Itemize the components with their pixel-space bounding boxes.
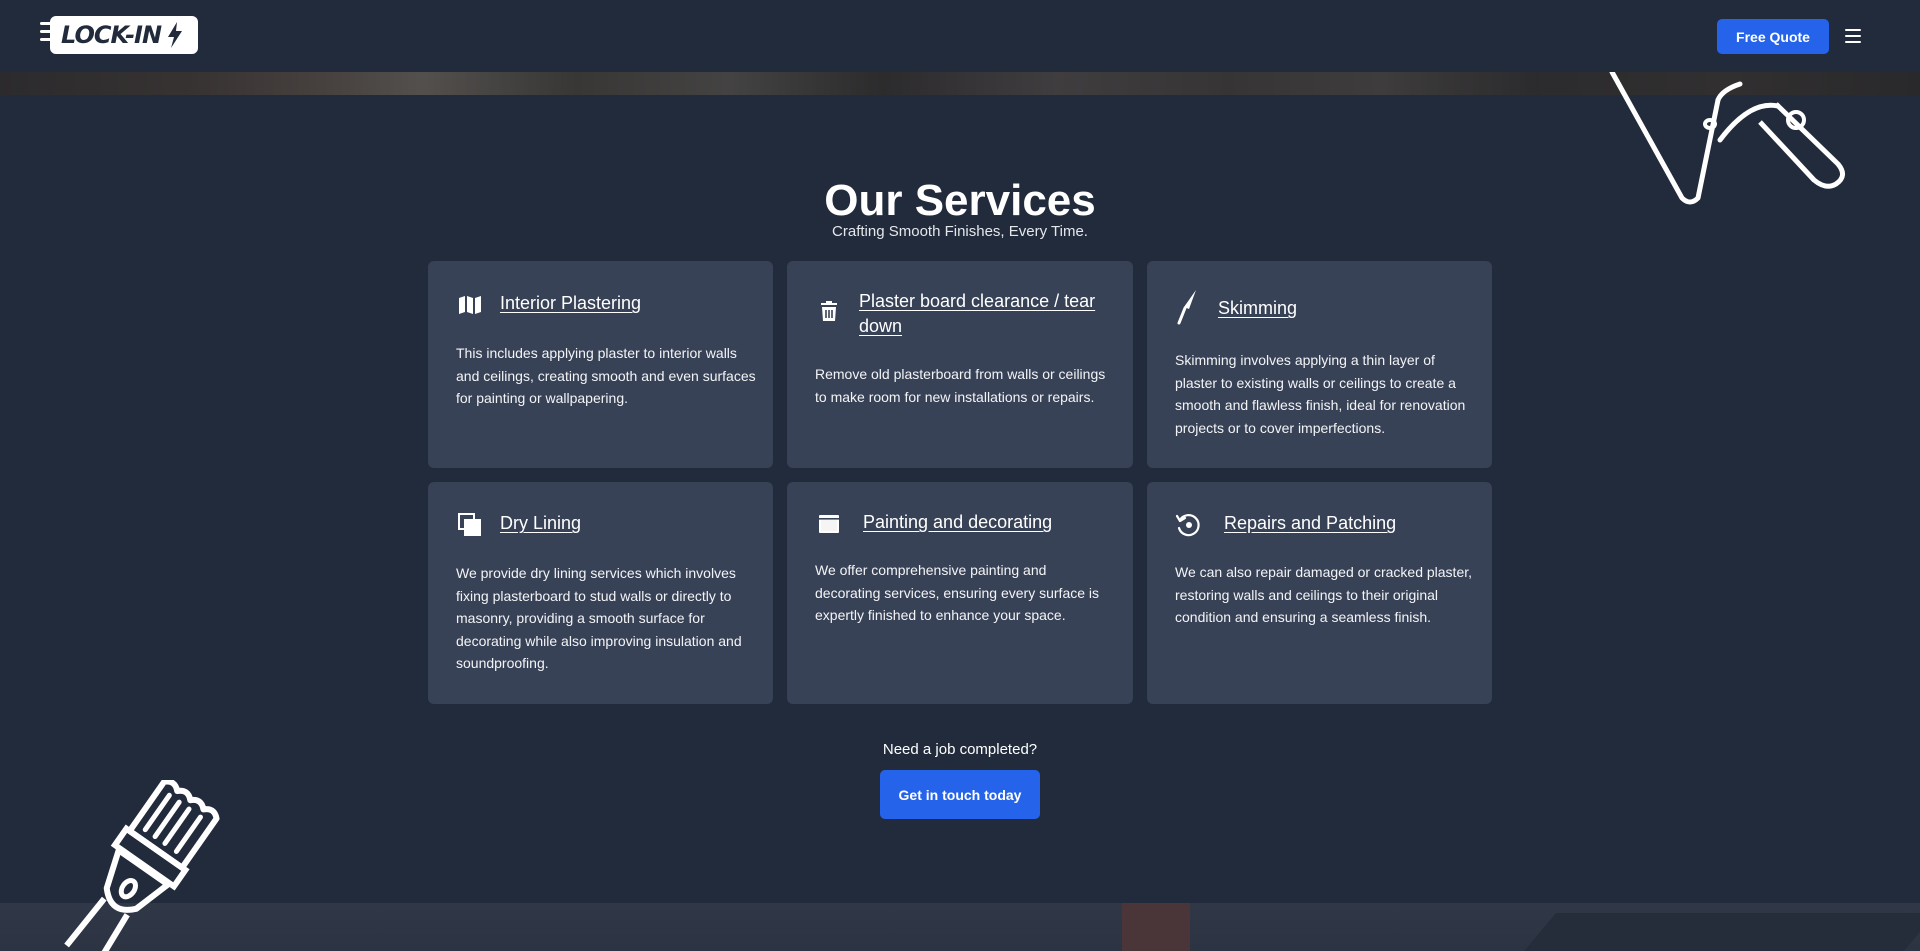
clock-tower-silhouette bbox=[1122, 903, 1190, 951]
service-description: Remove old plasterboard from walls or ce… bbox=[815, 366, 1106, 405]
service-description: Skimming involves applying a thin layer … bbox=[1175, 352, 1466, 436]
service-card-plaster-board-clearance: Plaster board clearance / tear down Remo… bbox=[787, 261, 1133, 468]
hamburger-menu-icon[interactable] bbox=[1845, 29, 1861, 43]
service-description: We offer comprehensive painting and deco… bbox=[815, 562, 1100, 623]
service-card-interior-plastering: Interior Plastering This includes applyi… bbox=[428, 261, 773, 468]
paintbrush-decoration-icon bbox=[64, 780, 220, 951]
logo[interactable]: LOCK-IN bbox=[40, 16, 198, 54]
service-title-line: down bbox=[859, 316, 903, 336]
service-title-line: Plaster board clearance / tear bbox=[859, 291, 1096, 311]
service-card-painting-decorating: Painting and decorating We offer compreh… bbox=[787, 482, 1133, 704]
service-title[interactable]: Plaster board clearance / tear down bbox=[859, 289, 1095, 339]
service-title[interactable]: Repairs and Patching bbox=[1224, 511, 1396, 536]
service-card-dry-lining: Dry Lining We provide dry lining service… bbox=[428, 482, 773, 704]
window-icon bbox=[815, 510, 843, 538]
service-title[interactable]: Painting and decorating bbox=[863, 510, 1052, 535]
trowel-icon bbox=[1174, 288, 1202, 326]
service-title[interactable]: Dry Lining bbox=[500, 511, 581, 536]
cta-prompt: Need a job completed? bbox=[882, 741, 1038, 758]
site-header: LOCK-IN Free Quote bbox=[0, 0, 1920, 72]
service-description: This includes applying plaster to interi… bbox=[456, 345, 756, 406]
repair-icon bbox=[1174, 511, 1202, 539]
trash-icon bbox=[815, 297, 843, 325]
roof-silhouette bbox=[1524, 913, 1920, 951]
free-quote-button[interactable]: Free Quote bbox=[1717, 19, 1829, 54]
map-icon bbox=[456, 291, 484, 319]
service-title[interactable]: Skimming bbox=[1218, 296, 1297, 321]
service-card-repairs-patching: Repairs and Patching We can also repair … bbox=[1147, 482, 1492, 704]
section-title: Our Services bbox=[824, 176, 1096, 225]
service-description: We provide dry lining services which inv… bbox=[456, 565, 742, 671]
lightning-icon bbox=[168, 22, 183, 48]
service-description: We can also repair damaged or cracked pl… bbox=[1175, 564, 1473, 625]
get-in-touch-button[interactable]: Get in touch today bbox=[880, 770, 1040, 819]
copy-icon bbox=[456, 511, 484, 539]
logo-text: LOCK-IN bbox=[61, 21, 162, 49]
section-subtitle: Crafting Smooth Finishes, Every Time. bbox=[832, 223, 1088, 240]
service-card-skimming: Skimming Skimming involves applying a th… bbox=[1147, 261, 1492, 468]
logo-badge: LOCK-IN bbox=[50, 16, 198, 54]
service-title[interactable]: Interior Plastering bbox=[500, 291, 641, 316]
footer-photo-strip bbox=[0, 903, 1920, 951]
